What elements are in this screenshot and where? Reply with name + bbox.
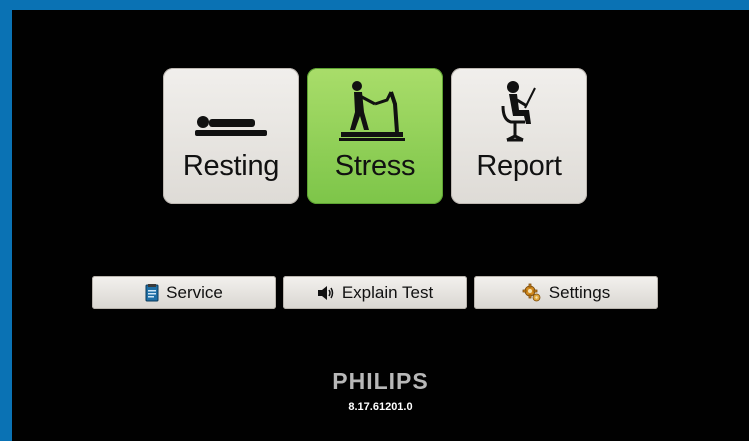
stress-button[interactable]: Stress <box>307 68 443 204</box>
seated-person-icon <box>451 80 587 146</box>
settings-gear-icon <box>522 283 542 303</box>
service-label: Service <box>166 282 223 302</box>
report-label: Report <box>476 150 562 182</box>
service-button[interactable]: Service <box>92 276 276 309</box>
report-button[interactable]: Report <box>451 68 587 204</box>
version-text: 8.17.61201.0 <box>348 401 413 413</box>
explain-test-button[interactable]: Explain Test <box>283 276 467 309</box>
settings-label: Settings <box>548 282 611 302</box>
explain-test-label: Explain Test <box>341 282 434 302</box>
philips-logo: PHILIPS <box>332 368 429 394</box>
speaker-icon <box>317 285 335 300</box>
lying-person-icon <box>163 80 299 146</box>
settings-button[interactable]: Settings <box>474 276 658 309</box>
stress-label: Stress <box>334 150 416 182</box>
resting-button[interactable]: Resting <box>163 68 299 204</box>
resting-label: Resting <box>182 150 280 182</box>
home-screen: Resting Stress Report Service Explain Te… <box>12 10 749 441</box>
treadmill-icon <box>307 80 443 146</box>
service-manual-icon <box>145 283 159 302</box>
